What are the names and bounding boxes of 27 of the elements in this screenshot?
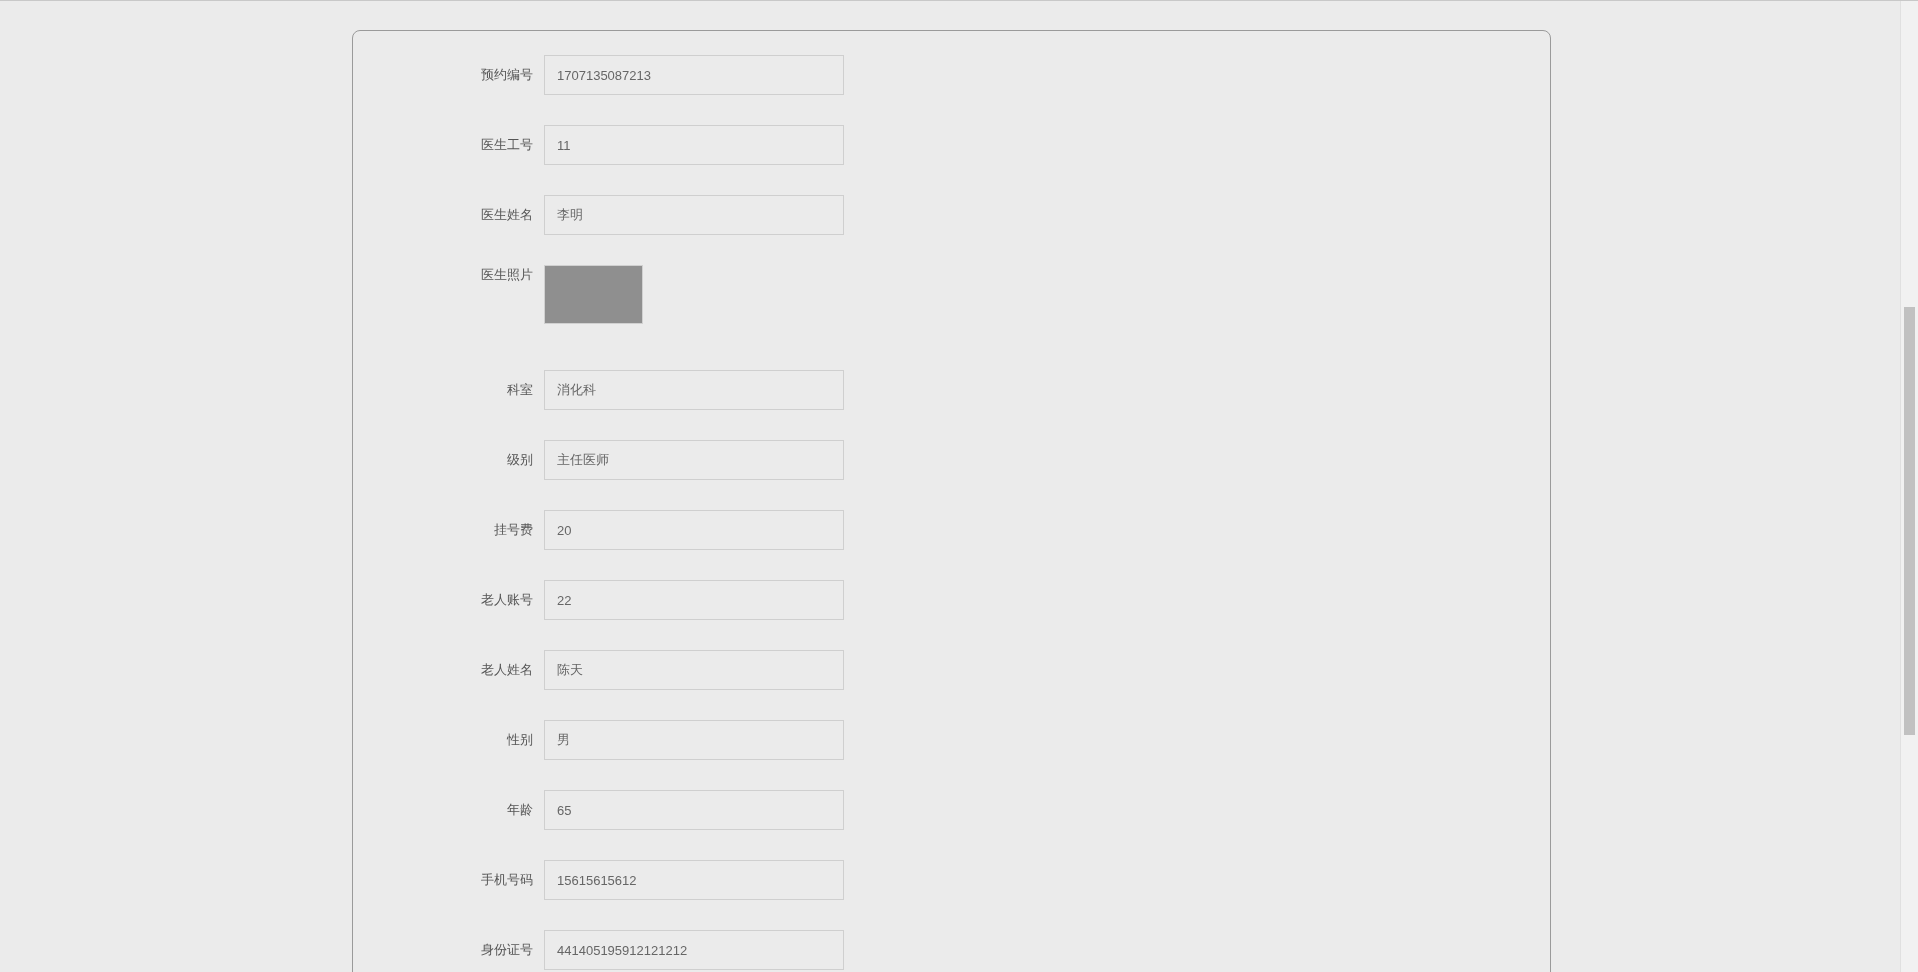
field-label: 老人姓名 [480, 661, 533, 679]
input-field[interactable]: 15615615612 [544, 860, 844, 900]
field-label: 年龄 [506, 801, 533, 819]
field-label: 预约编号 [480, 66, 533, 84]
input-field[interactable]: 11 [544, 125, 844, 165]
input-field[interactable]: 65 [544, 790, 844, 830]
scrollbar[interactable] [1900, 1, 1918, 972]
input-field[interactable]: 441405195912121212 [544, 930, 844, 970]
input-field[interactable]: 1707135087213 [544, 55, 844, 95]
field-label: 医生姓名 [480, 206, 533, 224]
field-label: 性别 [506, 731, 533, 749]
field-label: 挂号费 [493, 521, 533, 539]
input-field[interactable]: 男 [544, 720, 844, 760]
field-label: 医生工号 [480, 136, 533, 154]
input-field[interactable]: 消化科 [544, 370, 844, 410]
field-label: 级别 [506, 451, 533, 469]
field-label: 科室 [506, 381, 533, 399]
scrollbar-thumb[interactable] [1904, 307, 1915, 735]
field-label: 手机号码 [480, 871, 533, 889]
input-field[interactable]: 20 [544, 510, 844, 550]
field-label: 老人账号 [480, 591, 533, 609]
input-field[interactable]: 22 [544, 580, 844, 620]
field-label: 身份证号 [480, 941, 533, 959]
input-field[interactable]: 主任医师 [544, 440, 844, 480]
input-field[interactable]: 陈天 [544, 650, 844, 690]
input-field[interactable]: 李明 [544, 195, 844, 235]
field-label: 医生照片 [480, 266, 533, 284]
